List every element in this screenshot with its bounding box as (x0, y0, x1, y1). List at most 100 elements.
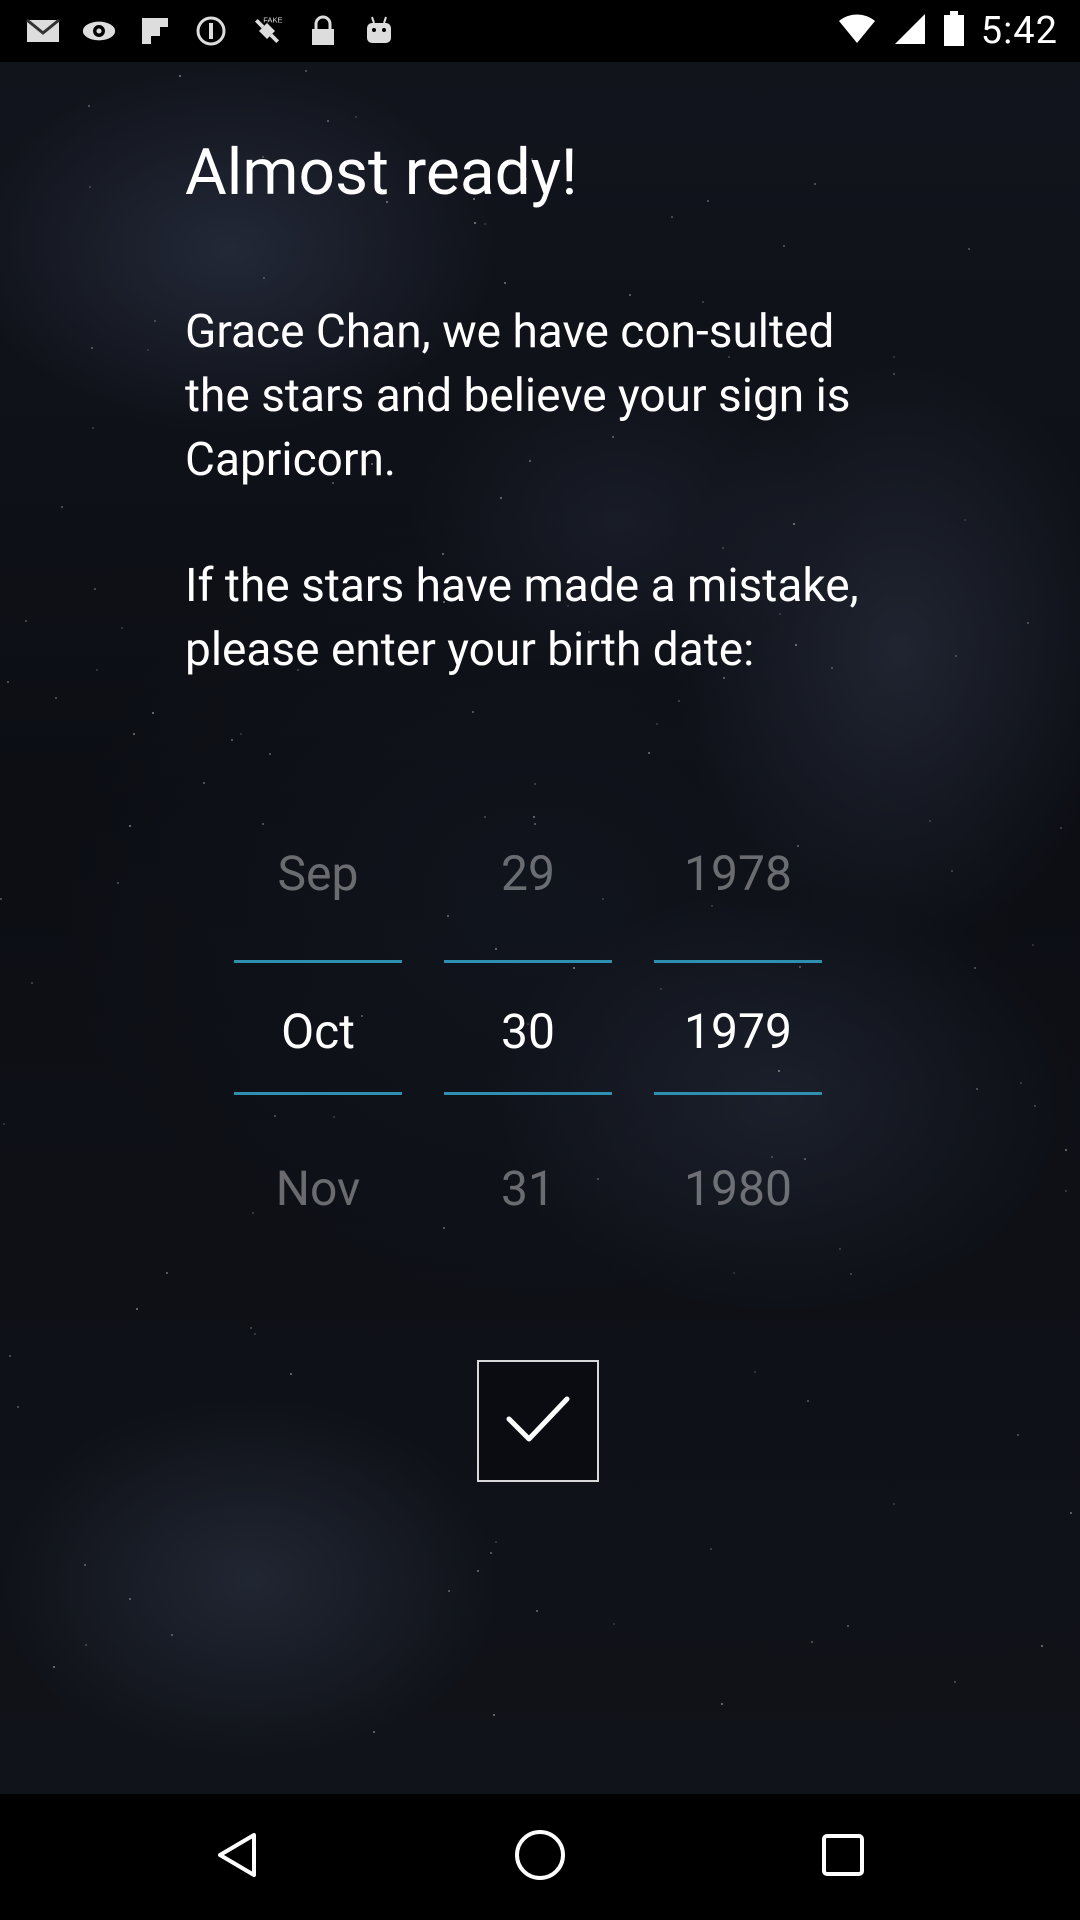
month-divider-top (234, 960, 402, 963)
star-dot (166, 1272, 168, 1274)
star-dot (94, 588, 96, 590)
star-dot (171, 1634, 173, 1636)
star-dot (88, 105, 90, 107)
star-dot (1065, 1190, 1067, 1192)
star-dot (129, 1598, 131, 1600)
star-dot (929, 820, 931, 822)
eye-icon (82, 14, 116, 48)
star-dot (250, 1327, 252, 1329)
star-dot (121, 627, 123, 629)
star-dot (536, 1610, 538, 1612)
home-circle-icon (513, 1828, 567, 1886)
star-dot (629, 294, 631, 296)
wifi-icon (837, 13, 877, 49)
month-prev-value[interactable]: Sep (234, 845, 402, 902)
confirm-button[interactable] (477, 1360, 599, 1482)
year-prev-value[interactable]: 1978 (654, 845, 822, 902)
star-dot (92, 427, 94, 429)
star-dot (847, 1625, 849, 1627)
day-selected-value[interactable]: 30 (444, 1003, 612, 1060)
star-dot (754, 1371, 756, 1373)
star-dot (262, 823, 264, 825)
screen: FAKE 5:42 Almost ready! Grace Chan, we h… (0, 0, 1080, 1920)
star-dot (951, 870, 953, 872)
star-dot (327, 120, 329, 122)
star-dot (263, 277, 265, 279)
star-dot (974, 967, 976, 969)
star-dot (490, 1552, 492, 1554)
star-dot (495, 1541, 497, 1543)
day-next-value[interactable]: 31 (444, 1160, 612, 1217)
star-dot (850, 1273, 852, 1275)
sign-message: Grace Chan, we have con-sulted the stars… (185, 300, 905, 682)
back-button[interactable] (197, 1817, 277, 1897)
year-picker[interactable]: 1978 1979 1980 (654, 835, 822, 1235)
day-picker[interactable]: 29 30 31 (444, 835, 612, 1235)
star-dot (533, 816, 535, 818)
system-indicators: 5:42 (837, 8, 1058, 54)
star-dot (504, 282, 506, 284)
star-dot (707, 200, 709, 202)
star-dot (448, 1590, 450, 1592)
android-icon (362, 14, 396, 48)
sign-result-text: Grace Chan, we have con-sulted the stars… (185, 305, 851, 487)
home-button[interactable] (500, 1817, 580, 1897)
star-dot (613, 1623, 615, 1625)
month-divider-bottom (234, 1092, 402, 1095)
star-dot (240, 733, 242, 735)
star-dot (1041, 1645, 1043, 1647)
star-dot (1020, 1082, 1022, 1084)
star-dot (1070, 1512, 1072, 1514)
star-dot (154, 320, 156, 322)
back-triangle-icon (212, 1830, 262, 1884)
star-dot (85, 1644, 87, 1646)
star-dot (534, 783, 536, 785)
star-dot (1027, 622, 1029, 624)
star-dot (474, 222, 476, 224)
star-dot (61, 506, 63, 508)
star-dot (814, 183, 816, 185)
star-dot (1060, 827, 1062, 829)
star-dot (269, 753, 271, 755)
checkmark-icon (503, 1391, 573, 1451)
year-divider-top (654, 960, 822, 963)
star-dot (7, 681, 9, 683)
star-dot (31, 982, 33, 984)
star-dot (3, 1123, 5, 1125)
svg-text:FAKE: FAKE (263, 16, 282, 25)
star-dot (179, 75, 181, 77)
star-dot (231, 739, 233, 741)
star-dot (17, 1406, 19, 1408)
flipboard-icon (138, 14, 172, 48)
star-dot (954, 1681, 956, 1683)
year-selected-value[interactable]: 1979 (654, 1003, 822, 1060)
recent-apps-button[interactable] (803, 1817, 883, 1897)
star-dot (133, 733, 135, 735)
star-dot (53, 1666, 55, 1668)
month-next-value[interactable]: Nov (234, 1160, 402, 1217)
day-prev-value[interactable]: 29 (444, 845, 612, 902)
star-dot (117, 882, 119, 884)
lock-icon (306, 14, 340, 48)
star-dot (484, 223, 486, 225)
star-dot (811, 1641, 813, 1643)
month-picker[interactable]: Sep Oct Nov (234, 835, 402, 1235)
star-dot (964, 519, 966, 521)
battery-icon (943, 11, 965, 51)
star-dot (671, 216, 673, 218)
star-dot (147, 349, 149, 351)
year-next-value[interactable]: 1980 (654, 1160, 822, 1217)
star-dot (839, 1248, 841, 1250)
star-dot (534, 823, 536, 825)
star-dot (89, 186, 91, 188)
star-dot (91, 347, 93, 349)
star-dot (976, 1088, 978, 1090)
star-dot (807, 1400, 809, 1402)
star-dot (477, 1570, 479, 1572)
star-dot (656, 723, 658, 725)
star-dot (484, 816, 486, 818)
signal-icon (893, 12, 927, 50)
record-icon (194, 14, 228, 48)
month-selected-value[interactable]: Oct (234, 1003, 402, 1060)
